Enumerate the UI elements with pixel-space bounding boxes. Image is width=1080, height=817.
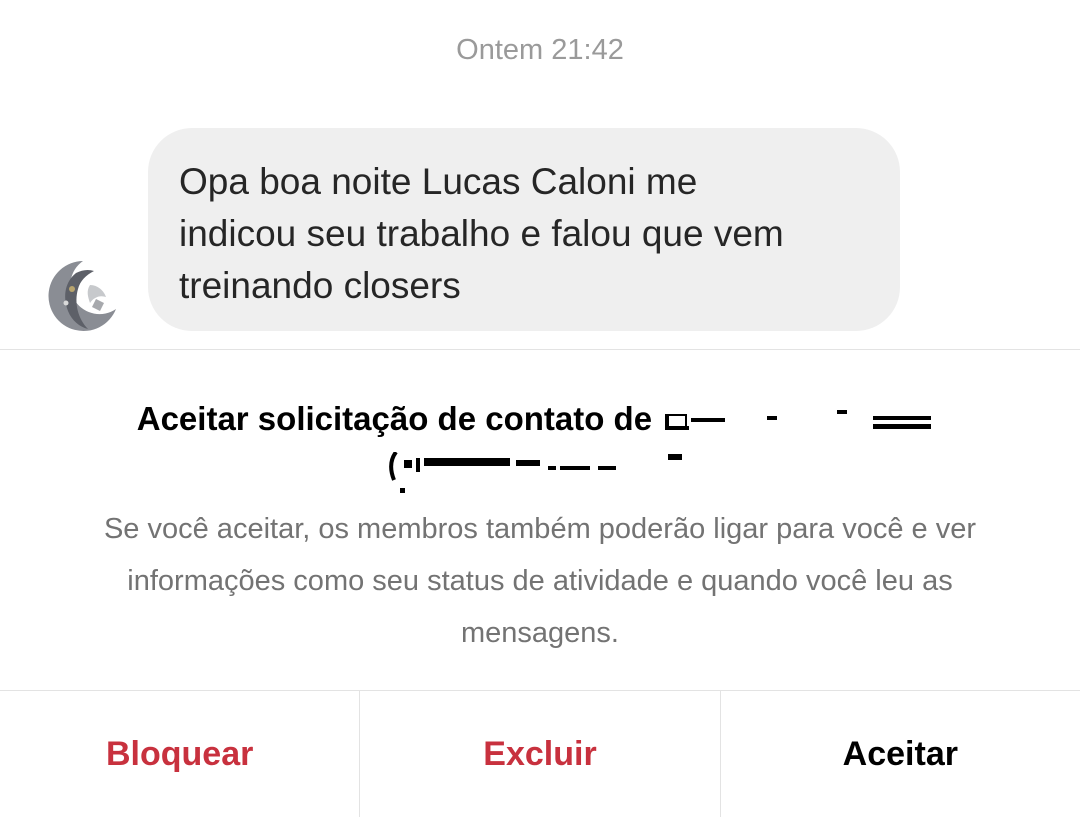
description-line: Se você aceitar, os membros também poder…	[103, 513, 977, 545]
description-line: mensagens.	[461, 617, 619, 649]
sender-avatar[interactable]	[46, 259, 120, 333]
message-timestamp: Ontem 21:42	[456, 34, 624, 66]
message-bubble[interactable]: Opa boa noite Lucas Caloni me indicou se…	[148, 128, 900, 331]
message-line: Opa boa noite Lucas Caloni me	[179, 161, 698, 202]
description-line: informações como seu status de atividade…	[127, 565, 953, 597]
profile-photo-icon	[48, 261, 116, 331]
request-description: Se você aceitar, os membros também poder…	[50, 503, 1030, 659]
redacted-handle	[388, 450, 698, 496]
accept-button[interactable]: Aceitar	[719, 691, 1080, 817]
message-line: treinando closers	[179, 265, 461, 306]
redacted-name	[661, 404, 943, 434]
request-actions: Bloquear Excluir Aceitar	[0, 691, 1080, 817]
request-title-text: Aceitar solicitação de contato de	[136, 400, 653, 437]
delete-button[interactable]: Excluir	[359, 691, 719, 817]
request-title: Aceitar solicitação de contato de	[0, 396, 1080, 442]
block-button[interactable]: Bloquear	[0, 691, 359, 817]
message-line: indicou seu trabalho e falou que vem	[179, 213, 784, 254]
divider	[0, 349, 1080, 350]
